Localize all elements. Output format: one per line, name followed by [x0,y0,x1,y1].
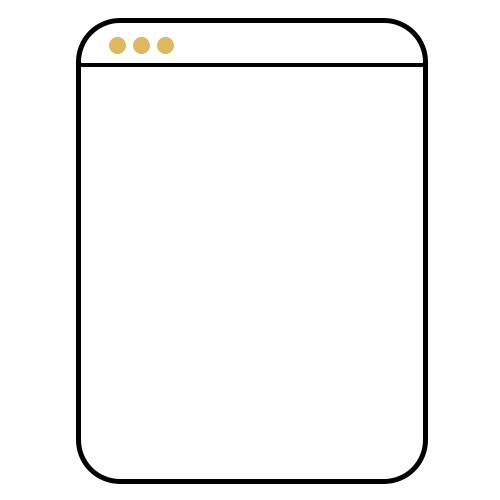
window-control-dot-icon[interactable] [109,37,126,54]
canvas [0,0,500,500]
window-control-dot-icon[interactable] [157,37,174,54]
browser-window [76,18,428,484]
window-controls [109,37,174,54]
window-content-area [81,67,423,479]
window-titlebar [81,23,423,67]
window-control-dot-icon[interactable] [133,37,150,54]
